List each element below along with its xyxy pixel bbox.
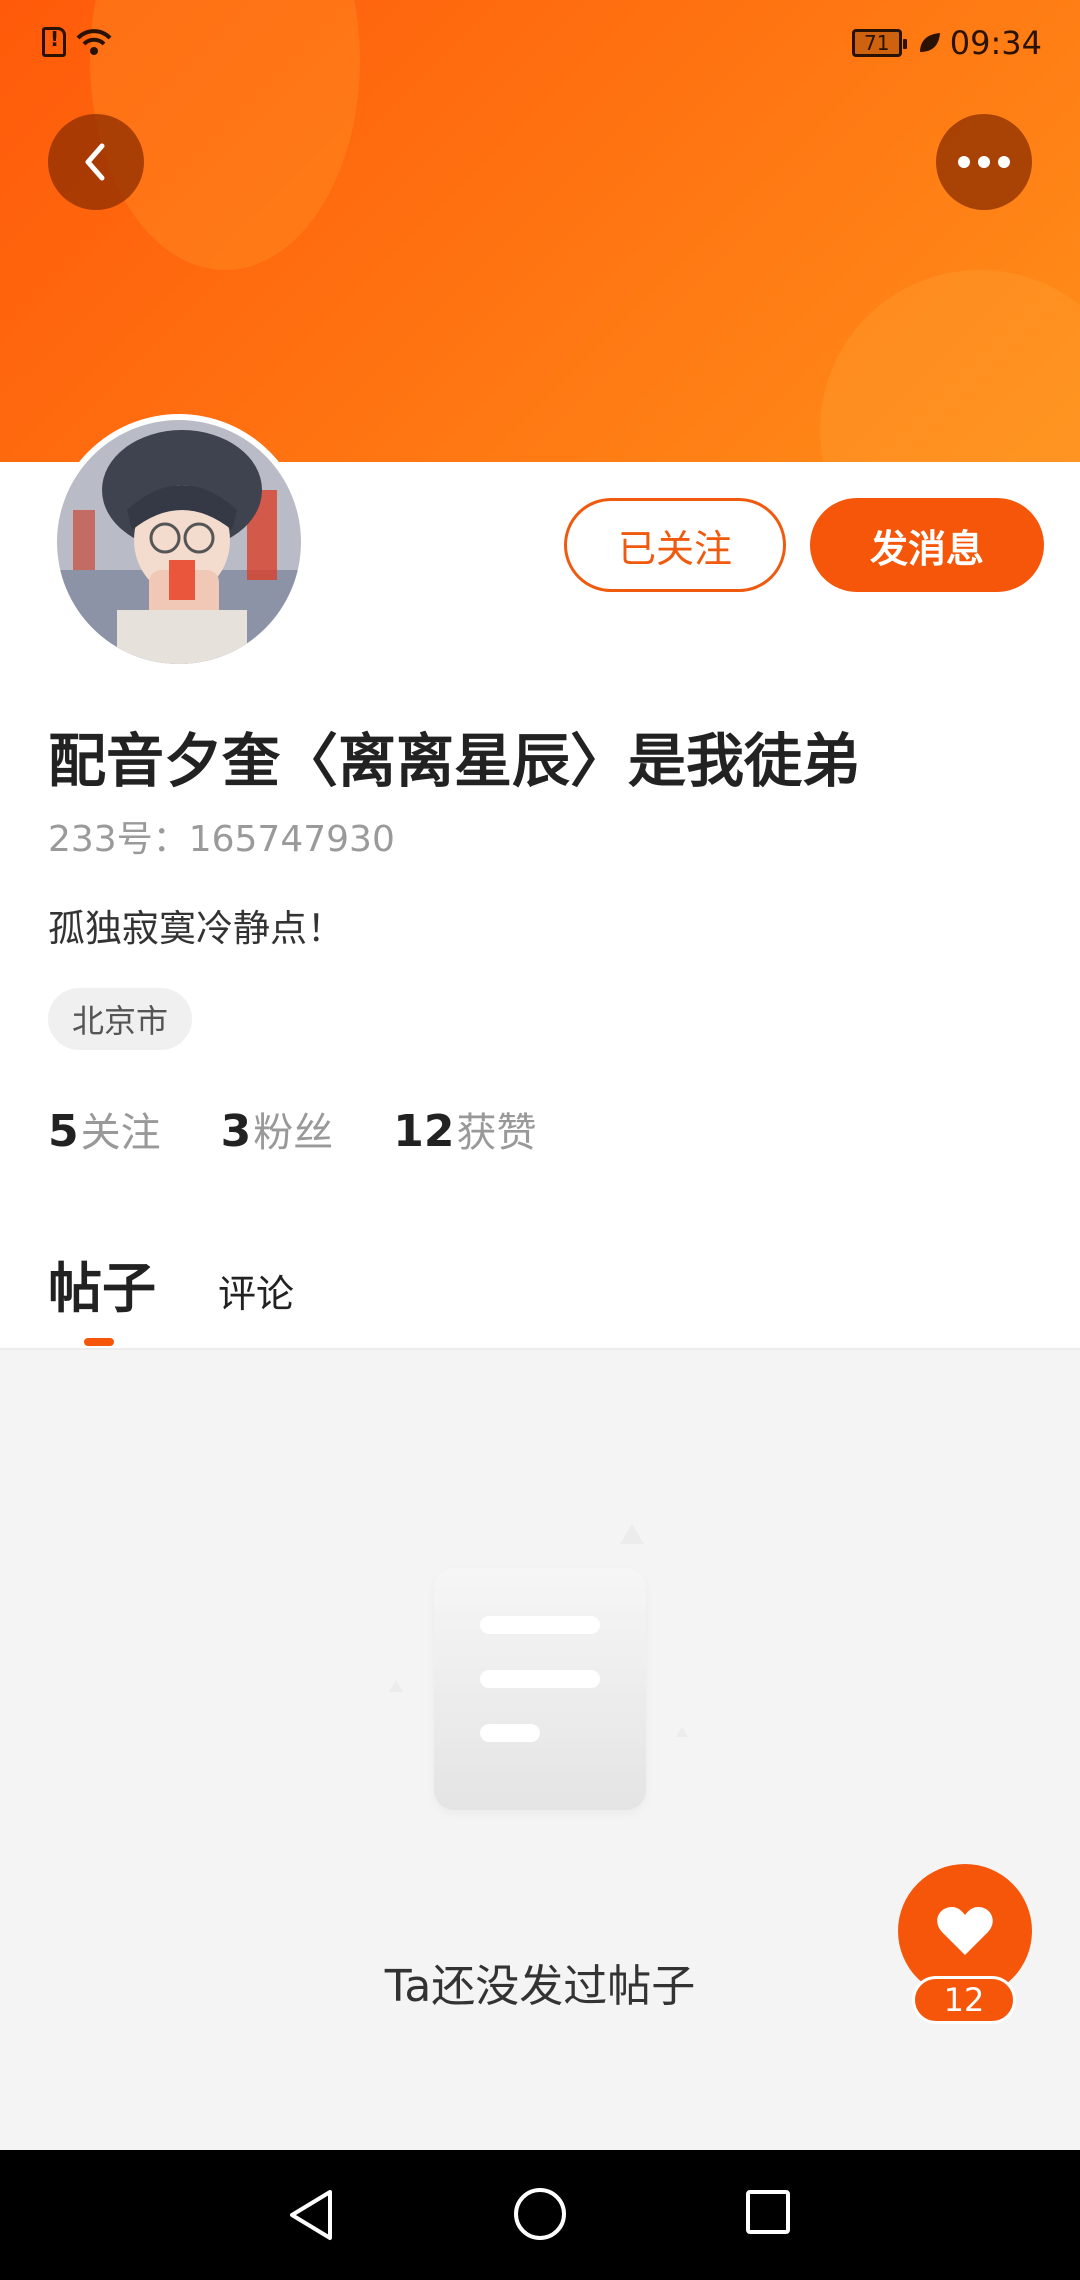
battery-icon: 71 bbox=[851, 29, 907, 57]
stat-label: 获赞 bbox=[456, 1110, 537, 1156]
sparkle-decoration bbox=[620, 1524, 644, 1544]
tab-label: 评论 bbox=[218, 1272, 295, 1316]
send-message-button[interactable]: 发消息 bbox=[810, 498, 1044, 592]
active-tab-indicator bbox=[84, 1338, 114, 1346]
back-icon bbox=[85, 143, 105, 181]
stat-label: 粉丝 bbox=[253, 1110, 334, 1156]
like-count-badge: 12 bbox=[912, 1976, 1016, 2024]
location-tag: 北京市 bbox=[48, 988, 193, 1050]
stat-count: 5 bbox=[48, 1106, 79, 1157]
stat-likes[interactable]: 12 获赞 bbox=[393, 1100, 536, 1158]
avatar-image bbox=[57, 420, 301, 664]
stat-count: 3 bbox=[220, 1106, 252, 1157]
profile-bio: 孤独寂寞冷静点！ bbox=[48, 907, 344, 950]
wifi-icon bbox=[76, 29, 112, 55]
heart-icon bbox=[937, 1907, 993, 1955]
sparkle-decoration bbox=[676, 1727, 688, 1737]
tab-divider bbox=[0, 1348, 1080, 1350]
stat-count: 12 bbox=[393, 1106, 455, 1157]
more-icon bbox=[958, 156, 1010, 168]
content-tabs: 帖子 评论 bbox=[48, 1244, 294, 1346]
nav-back-icon[interactable] bbox=[286, 2188, 336, 2242]
empty-document-icon bbox=[434, 1568, 646, 1810]
tab-label: 帖子 bbox=[48, 1257, 156, 1320]
profile-user-id: 233号：165747930 bbox=[48, 819, 395, 860]
sim-alert-icon bbox=[42, 27, 66, 57]
tab-comments[interactable]: 评论 bbox=[218, 1263, 294, 1318]
tab-posts[interactable]: 帖子 bbox=[48, 1244, 156, 1346]
leaf-icon bbox=[919, 33, 940, 52]
header-decoration bbox=[820, 270, 1080, 462]
back-button[interactable] bbox=[48, 114, 144, 210]
nav-home-icon[interactable] bbox=[514, 2188, 566, 2240]
nav-recent-icon[interactable] bbox=[746, 2190, 790, 2234]
profile-nickname: 配音夕奎〈离离星辰〉是我徒弟 bbox=[48, 727, 861, 795]
stat-followers[interactable]: 3 粉丝 bbox=[221, 1100, 334, 1158]
following-button[interactable]: 已关注 bbox=[564, 498, 786, 592]
stat-following[interactable]: 5 关注 bbox=[48, 1100, 161, 1158]
status-time: 09:34 bbox=[949, 24, 1042, 62]
status-bar: 71 09:34 bbox=[0, 0, 1080, 90]
profile-stats: 5 关注 3 粉丝 12 获赞 bbox=[48, 1100, 536, 1158]
stat-label: 关注 bbox=[80, 1110, 161, 1156]
avatar[interactable] bbox=[51, 414, 307, 670]
more-button[interactable] bbox=[936, 114, 1032, 210]
sparkle-decoration bbox=[388, 1680, 404, 1692]
system-navigation-bar bbox=[0, 2150, 1080, 2280]
